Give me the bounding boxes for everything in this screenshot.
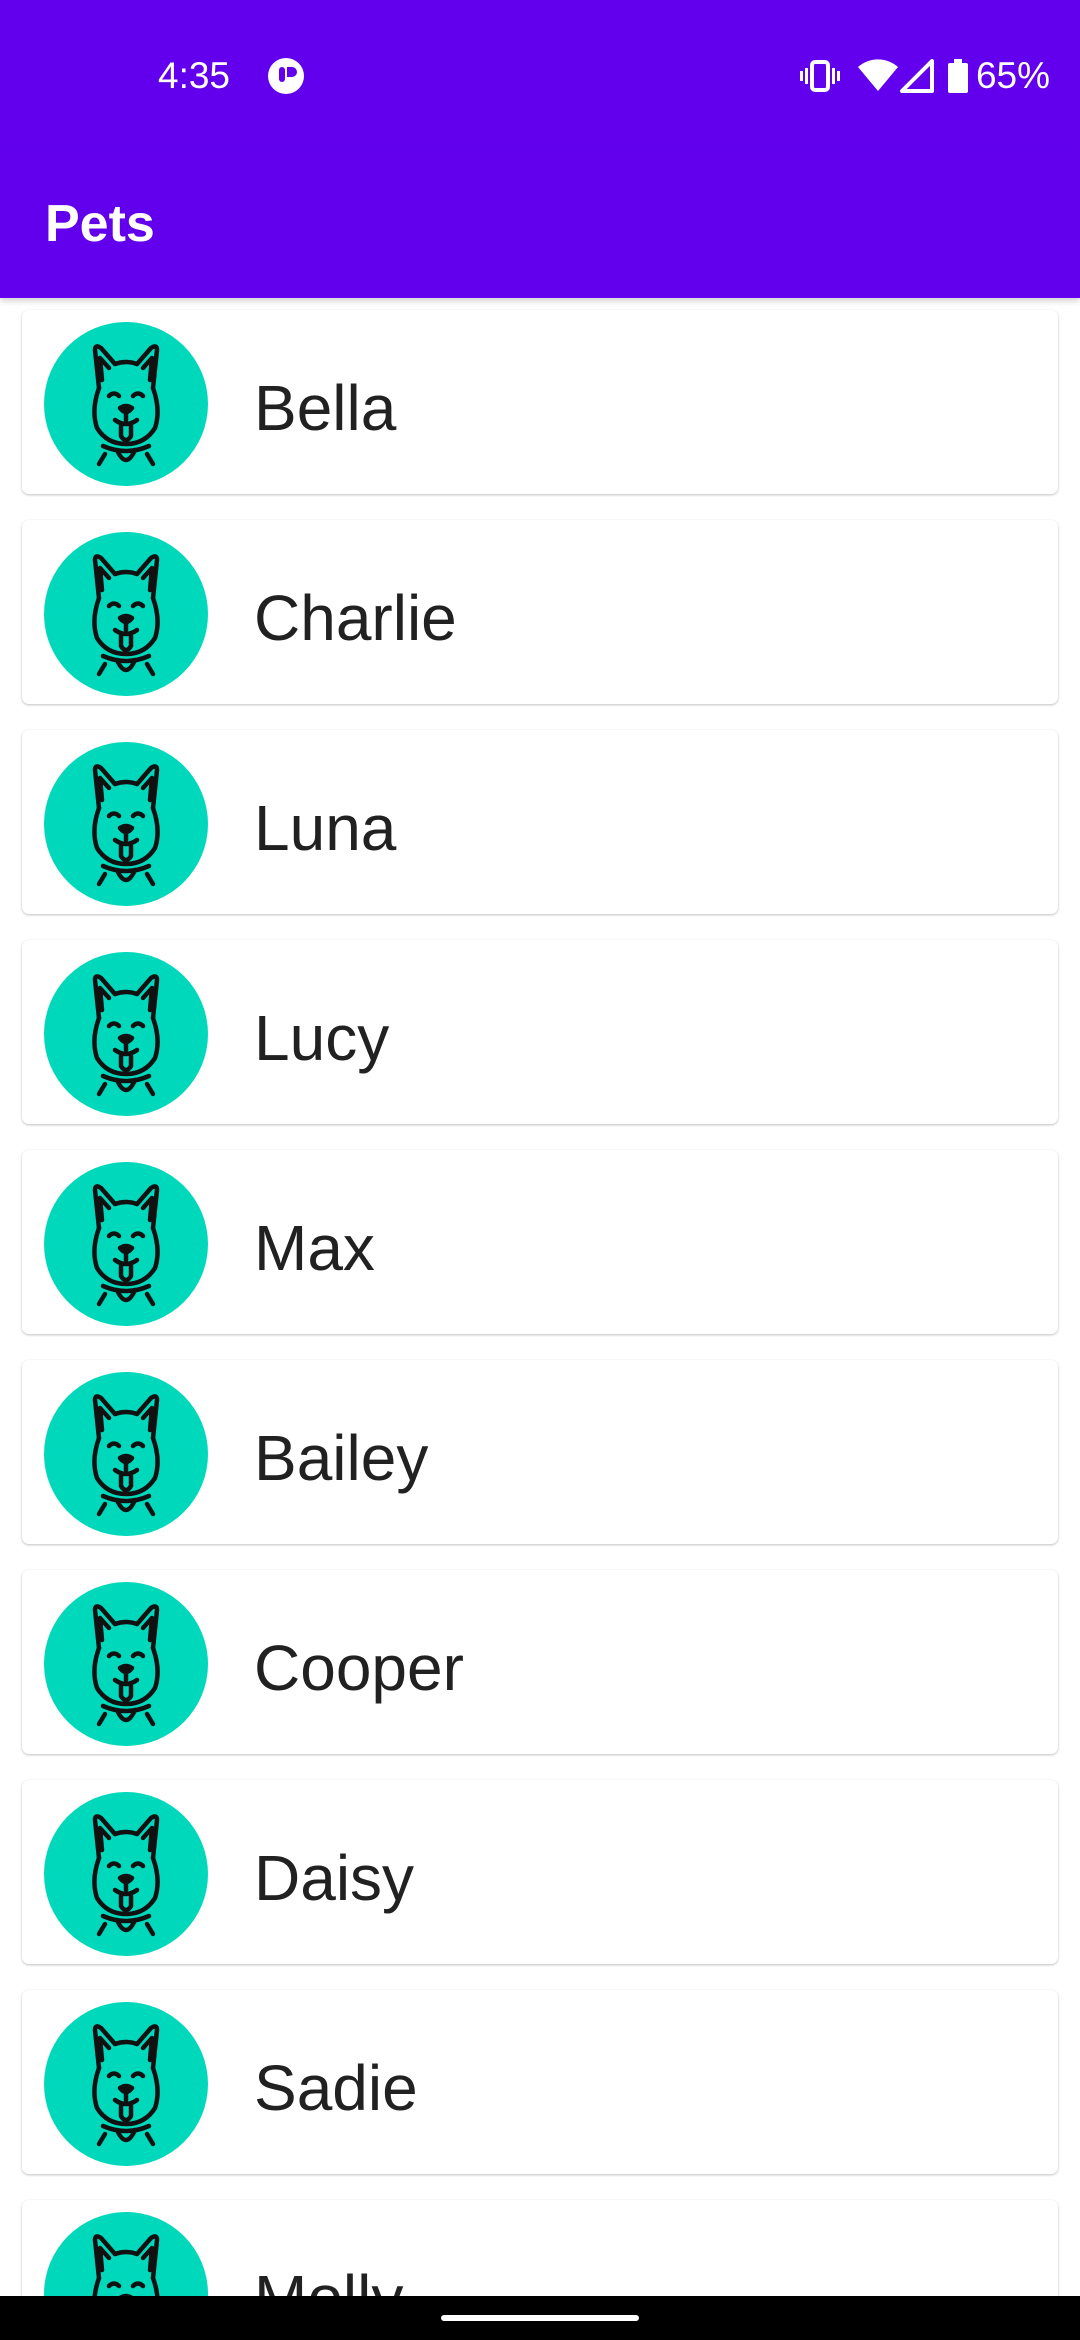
navigation-bar <box>0 2296 1080 2340</box>
avatar <box>44 2002 208 2166</box>
list-item[interactable]: Bella <box>22 310 1058 494</box>
pet-list[interactable]: Bella Charlie Luna Lucy Max Bailey Coope… <box>0 298 1080 2296</box>
avatar <box>44 952 208 1116</box>
wifi-icon <box>857 59 898 93</box>
list-item[interactable]: Luna <box>22 730 1058 914</box>
page-title: Pets <box>45 195 155 253</box>
pet-name: Daisy <box>254 1842 415 1914</box>
pet-name: Bailey <box>254 1422 429 1494</box>
pet-name: Luna <box>254 792 397 864</box>
avatar <box>44 532 208 696</box>
avatar <box>44 2212 208 2296</box>
list-item[interactable]: Max <box>22 1150 1058 1334</box>
avatar <box>44 1162 208 1326</box>
avatar <box>44 1372 208 1536</box>
pet-name: Sadie <box>254 2052 418 2124</box>
avatar <box>44 742 208 906</box>
list-item[interactable]: Daisy <box>22 1780 1058 1964</box>
avatar <box>44 1582 208 1746</box>
pet-name: Max <box>254 1212 375 1284</box>
vibrate-icon <box>799 58 840 94</box>
home-gesture-handle[interactable] <box>441 2315 639 2321</box>
pet-name: Charlie <box>254 582 457 654</box>
avatar <box>44 1792 208 1956</box>
list-item[interactable]: Molly <box>22 2200 1058 2296</box>
list-item[interactable]: Bailey <box>22 1360 1058 1544</box>
status-time: 4:35 <box>158 55 231 96</box>
status-bar: 4:35 65% <box>0 0 1080 150</box>
app-notification-icon <box>266 56 306 96</box>
list-item[interactable]: Sadie <box>22 1990 1058 2174</box>
battery-icon <box>947 59 968 93</box>
app-bar: Pets <box>0 150 1080 298</box>
pet-name: Lucy <box>254 1002 390 1074</box>
pet-name: Cooper <box>254 1632 464 1704</box>
status-icons: 65% <box>799 50 1050 102</box>
pet-name: Molly <box>254 2258 403 2296</box>
battery-percent: 65% <box>975 55 1050 96</box>
cell-signal-icon <box>899 59 934 93</box>
list-item[interactable]: Lucy <box>22 940 1058 1124</box>
pet-name: Bella <box>254 372 397 444</box>
list-item[interactable]: Cooper <box>22 1570 1058 1754</box>
avatar <box>44 322 208 486</box>
list-item[interactable]: Charlie <box>22 520 1058 704</box>
